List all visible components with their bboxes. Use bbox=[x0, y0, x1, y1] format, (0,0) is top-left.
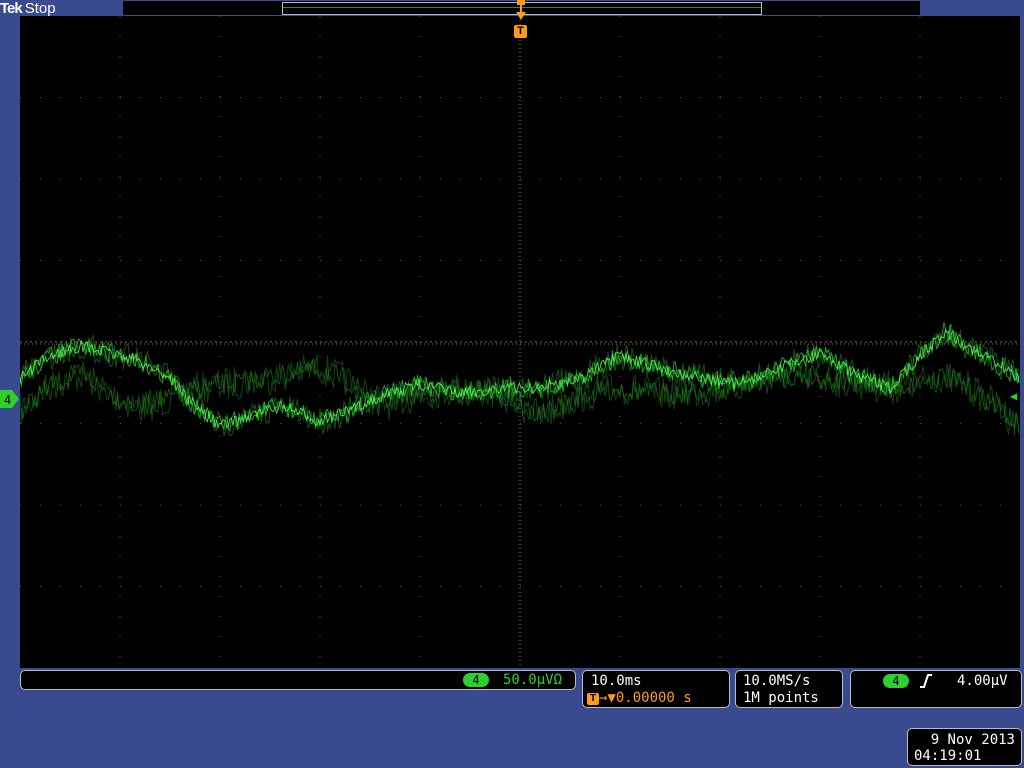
channel-readout[interactable]: 4 50.0µVΩ bbox=[20, 670, 576, 690]
trigger-level: 4.00µV bbox=[957, 673, 1008, 689]
waveform-trace bbox=[20, 354, 1020, 436]
trigger-source-badge: 4 bbox=[883, 674, 909, 688]
horizontal-position: T →▼0.00000 s bbox=[587, 690, 692, 706]
trigger-readout[interactable]: 4 4.00µV bbox=[850, 670, 1022, 708]
trigger-t-icon: T bbox=[587, 693, 599, 705]
waveform-graticule[interactable] bbox=[20, 16, 1020, 668]
channel-4-ground-marker[interactable]: 4 bbox=[0, 390, 20, 408]
channel-badge: 4 bbox=[463, 673, 489, 687]
tek-logo: Tek bbox=[0, 0, 23, 17]
acquisition-status[interactable]: Stop bbox=[25, 0, 56, 17]
trigger-level-marker[interactable]: ◀ bbox=[1010, 389, 1017, 403]
time-per-div: 10.0ms bbox=[591, 673, 642, 689]
trigger-position-icon[interactable] bbox=[514, 0, 528, 24]
acquisition-readout[interactable]: 10.0MS/s 1M points bbox=[735, 670, 843, 708]
date: 9 Nov 2013 bbox=[930, 732, 1015, 748]
date-time-readout[interactable]: 9 Nov 2013 04:19:01 bbox=[907, 728, 1022, 766]
sample-rate: 10.0MS/s bbox=[743, 673, 811, 689]
time: 04:19:01 bbox=[914, 748, 982, 764]
waveform-svg bbox=[20, 322, 1020, 437]
channel-scale: 50.0µVΩ bbox=[503, 672, 563, 688]
horizontal-readout[interactable]: 10.0ms T →▼0.00000 s bbox=[582, 670, 730, 708]
record-length: 1M points bbox=[743, 690, 819, 706]
brand-status: Tek Stop bbox=[0, 0, 56, 17]
rising-edge-icon bbox=[920, 674, 932, 688]
ohm-icon: Ω bbox=[553, 672, 563, 688]
trigger-position-marker[interactable]: T bbox=[514, 25, 527, 38]
channel-ref-label: 4 bbox=[4, 393, 11, 407]
